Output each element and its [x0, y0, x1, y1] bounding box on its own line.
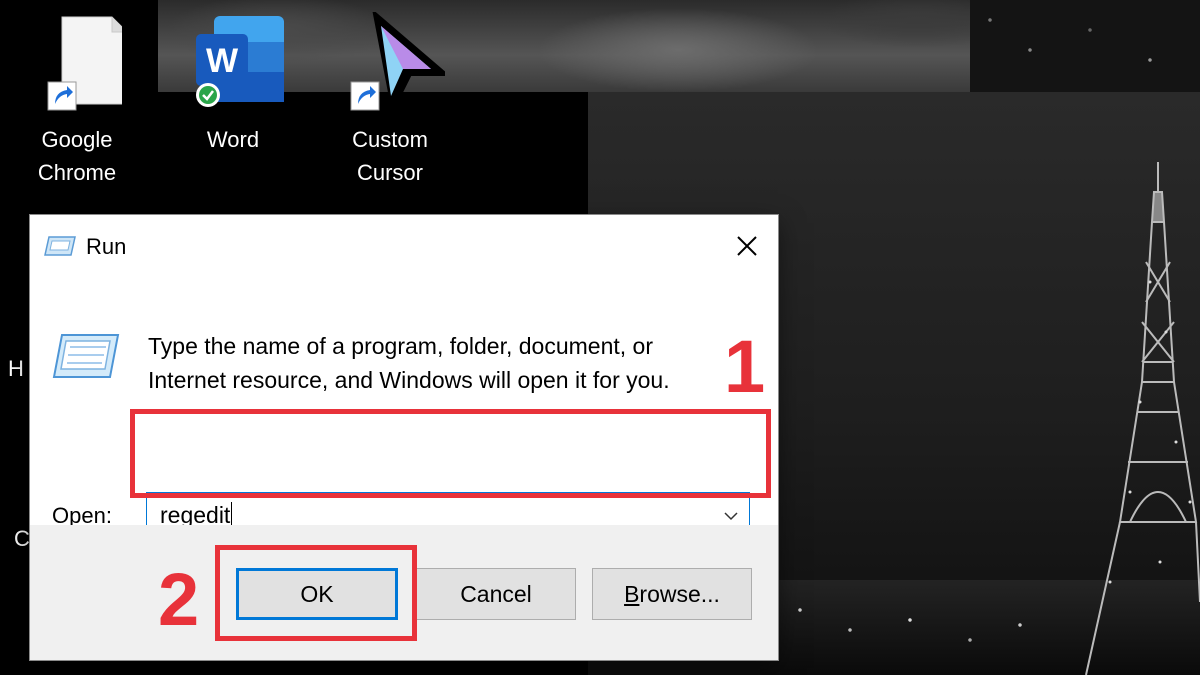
shortcut-arrow-icon: [350, 81, 380, 111]
step-1-highlight: [130, 409, 771, 498]
browse-button[interactable]: Browse...: [592, 568, 752, 620]
dialog-title: Run: [86, 234, 127, 259]
run-icon: [44, 236, 76, 256]
close-icon[interactable]: [732, 231, 762, 261]
desktop-icon-label: Word: [206, 127, 260, 152]
desktop-icon-label: Google Chrome: [37, 127, 117, 185]
step-2-highlight: [215, 545, 417, 641]
svg-text:W: W: [206, 42, 239, 80]
shortcut-arrow-icon: [47, 81, 77, 111]
desktop-icon-word[interactable]: W Word: [168, 12, 298, 156]
step-1-number: 1: [724, 325, 766, 408]
dialog-description: Type the name of a program, folder, docu…: [148, 333, 670, 393]
eiffel-tower-image: [1085, 162, 1200, 675]
desktop-icon-google-chrome[interactable]: Google Chrome: [12, 12, 142, 189]
word-icon: W: [196, 16, 284, 107]
desktop-icon-label: Custom Cursor: [352, 127, 428, 185]
chevron-down-icon[interactable]: [721, 506, 741, 526]
step-2-number: 2: [158, 558, 200, 641]
sync-check-icon: [196, 83, 220, 107]
cancel-button[interactable]: Cancel: [416, 568, 576, 620]
run-icon: [52, 334, 120, 378]
dialog-titlebar[interactable]: Run: [30, 215, 778, 277]
wallpaper-trees: [970, 0, 1200, 92]
desktop-icon-custom-cursor[interactable]: Custom Cursor: [325, 8, 455, 189]
cursor-icon: [350, 8, 451, 115]
desktop-partial-label: C: [14, 526, 30, 551]
file-icon: [47, 16, 128, 111]
desktop-partial-label: H: [8, 356, 24, 381]
